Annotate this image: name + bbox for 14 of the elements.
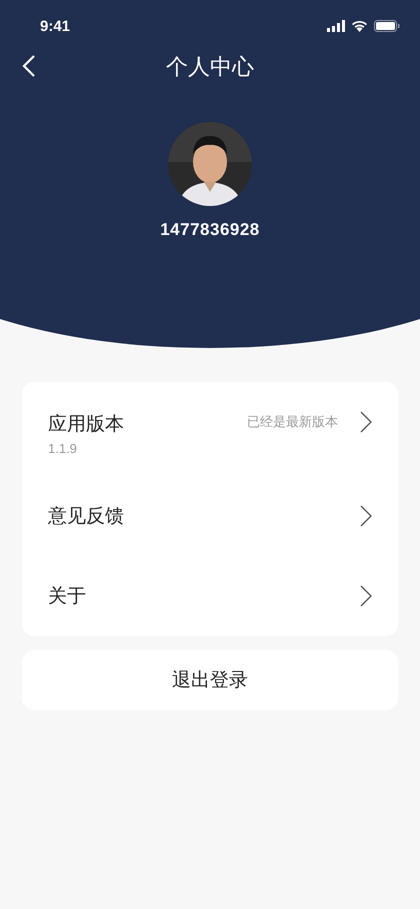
wifi-icon [351,20,368,32]
back-button[interactable] [22,54,36,78]
user-id: 1477836928 [160,220,260,240]
page-title: 个人中心 [166,54,254,82]
status-time: 9:41 [40,18,70,34]
logout-button[interactable]: 退出登录 [22,650,398,710]
chevron-right-icon [360,411,372,433]
menu-item[interactable]: 应用版本 1.1.9 已经是最新版本 [48,382,372,476]
chevron-right-icon [360,585,372,607]
menu-item[interactable]: 意见反馈 [48,476,372,556]
battery-icon [374,20,400,32]
chevron-right-icon [360,505,372,527]
signal-icon [327,20,345,32]
menu-item[interactable]: 关于 [48,556,372,636]
